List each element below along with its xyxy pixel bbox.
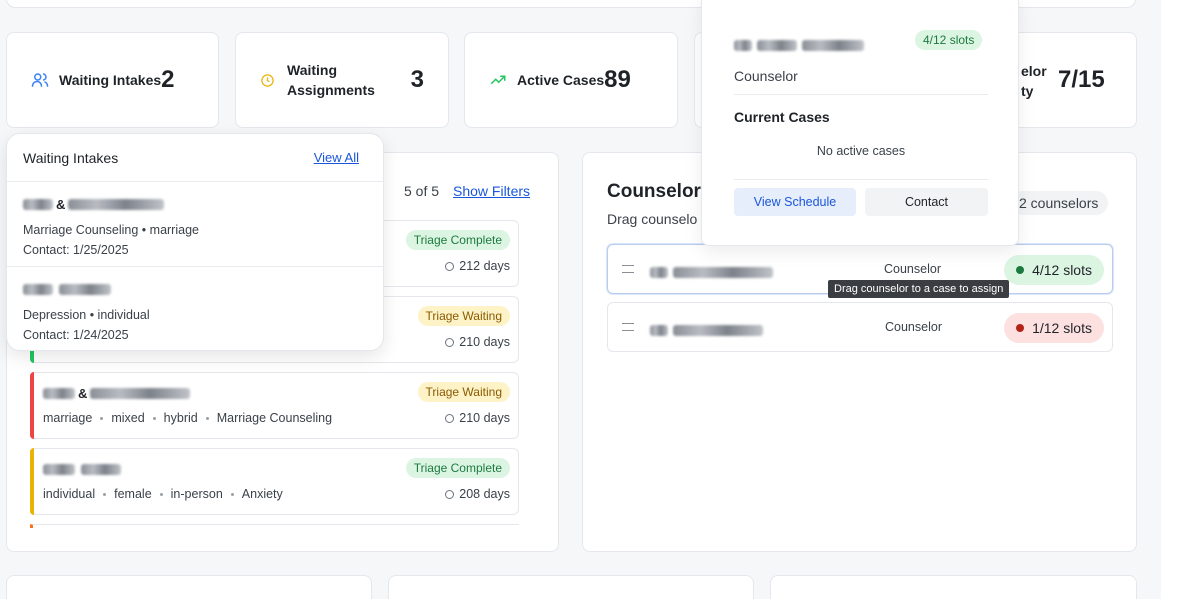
case-tags: individual female in-person Anxiety bbox=[43, 487, 283, 501]
intake-item[interactable]: & Marriage Counseling • marriage Contact… bbox=[7, 182, 383, 267]
stat-label: Waiting Intakes bbox=[59, 72, 162, 88]
stat-label: Active Cases bbox=[517, 72, 605, 88]
slots-badge: 4/12 slots bbox=[915, 30, 983, 50]
stat-card-waiting-intakes[interactable]: Waiting Intakes 2 bbox=[6, 32, 219, 128]
case-card[interactable]: & Triage Waiting marriage mixed hybrid Marr… bbox=[30, 372, 519, 439]
panel-subtitle: Drag counselo bbox=[607, 211, 698, 227]
stat-value: 7/15 bbox=[1058, 66, 1105, 93]
panel-title: Counselor bbox=[607, 181, 701, 202]
intake-item[interactable]: Depression • individual Contact: 1/24/20… bbox=[7, 267, 383, 352]
intake-detail: Marriage Counseling • marriage bbox=[23, 223, 199, 237]
counselor-name bbox=[734, 37, 864, 55]
stat-label: Waiting Assignments bbox=[287, 62, 375, 98]
bottom-card bbox=[388, 575, 754, 599]
no-cases-text: No active cases bbox=[816, 144, 906, 158]
client-name: & bbox=[23, 196, 367, 214]
drag-handle-icon[interactable] bbox=[622, 265, 634, 273]
counselor-name bbox=[650, 322, 763, 340]
case-age: 212 days bbox=[445, 259, 510, 273]
status-badge: Triage Complete bbox=[405, 458, 510, 478]
users-icon bbox=[31, 73, 49, 87]
intake-detail: Depression • individual bbox=[23, 308, 150, 322]
case-age: 210 days bbox=[445, 335, 510, 349]
view-schedule-button[interactable]: View Schedule bbox=[734, 188, 856, 216]
stat-card-waiting-assignments[interactable]: Waiting Assignments 3 bbox=[235, 32, 449, 128]
bottom-card bbox=[770, 575, 1137, 599]
drag-handle-icon[interactable] bbox=[622, 323, 634, 331]
case-tags: marriage mixed hybrid Marriage Counseling bbox=[43, 411, 333, 425]
contact-button[interactable]: Contact bbox=[865, 188, 988, 216]
stat-value: 3 bbox=[410, 66, 424, 93]
priority-bar bbox=[30, 372, 34, 439]
counselor-count: 2 counselors bbox=[1011, 191, 1109, 215]
clock-icon bbox=[445, 262, 455, 271]
counselor-popover: 4/12 slots Counselor Current Cases No ac… bbox=[701, 0, 1019, 246]
stat-value: 89 bbox=[604, 66, 631, 93]
dropdown-title: Waiting Intakes bbox=[23, 149, 119, 166]
counselor-name bbox=[650, 264, 773, 282]
clock-icon bbox=[261, 73, 274, 87]
case-age: 210 days bbox=[445, 411, 510, 425]
case-card-partial bbox=[30, 524, 519, 528]
slots-badge: 4/12 slots bbox=[1004, 255, 1104, 285]
trending-up-icon bbox=[490, 75, 506, 85]
popover-role: Counselor bbox=[734, 68, 798, 84]
priority-bar bbox=[30, 448, 34, 515]
current-cases-title: Current Cases bbox=[734, 109, 830, 125]
stat-label: elor ty bbox=[1021, 63, 1047, 99]
clock-icon bbox=[445, 338, 455, 347]
intake-contact: Contact: 1/25/2025 bbox=[23, 243, 129, 257]
view-all-link[interactable]: View All bbox=[314, 150, 359, 165]
counselor-role: Counselor bbox=[884, 262, 941, 276]
clock-icon bbox=[445, 414, 455, 423]
stat-value: 2 bbox=[161, 66, 175, 93]
slots-badge: 1/12 slots bbox=[1004, 313, 1104, 343]
drag-tooltip: Drag counselor to a case to assign bbox=[828, 280, 1010, 298]
divider bbox=[734, 179, 988, 180]
cases-count: 5 of 5 bbox=[404, 183, 440, 199]
counselor-role: Counselor bbox=[885, 320, 942, 334]
case-card[interactable]: Triage Complete individual female in-perso… bbox=[30, 448, 519, 515]
divider bbox=[734, 94, 988, 95]
clock-icon bbox=[445, 490, 455, 499]
show-filters-link[interactable]: Show Filters bbox=[453, 183, 530, 199]
status-badge: Triage Complete bbox=[405, 230, 510, 250]
client-name bbox=[43, 461, 121, 479]
waiting-intakes-dropdown: Waiting Intakes View All & Marriage Coun… bbox=[6, 133, 384, 351]
client-name: & bbox=[43, 385, 191, 403]
status-badge: Triage Waiting bbox=[417, 306, 510, 326]
scrollbar-track[interactable] bbox=[1161, 0, 1193, 599]
counselor-row[interactable]: Counselor 1/12 slots bbox=[607, 302, 1113, 352]
stat-card-active-cases[interactable]: Active Cases 89 bbox=[464, 32, 678, 128]
status-badge: Triage Waiting bbox=[417, 382, 510, 402]
case-age: 208 days bbox=[445, 487, 510, 501]
intake-contact: Contact: 1/24/2025 bbox=[23, 328, 129, 342]
client-name bbox=[23, 281, 367, 299]
bottom-card bbox=[6, 575, 372, 599]
